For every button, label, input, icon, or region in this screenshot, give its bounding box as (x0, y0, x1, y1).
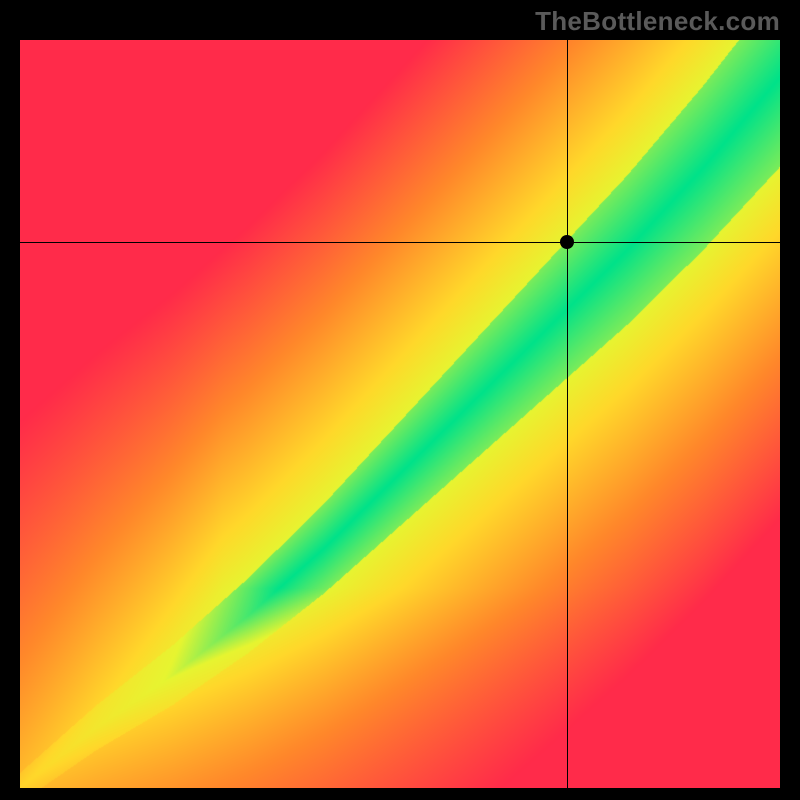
heatmap-canvas (20, 40, 780, 788)
heatmap-plot (20, 40, 780, 788)
brand-watermark: TheBottleneck.com (535, 6, 780, 37)
